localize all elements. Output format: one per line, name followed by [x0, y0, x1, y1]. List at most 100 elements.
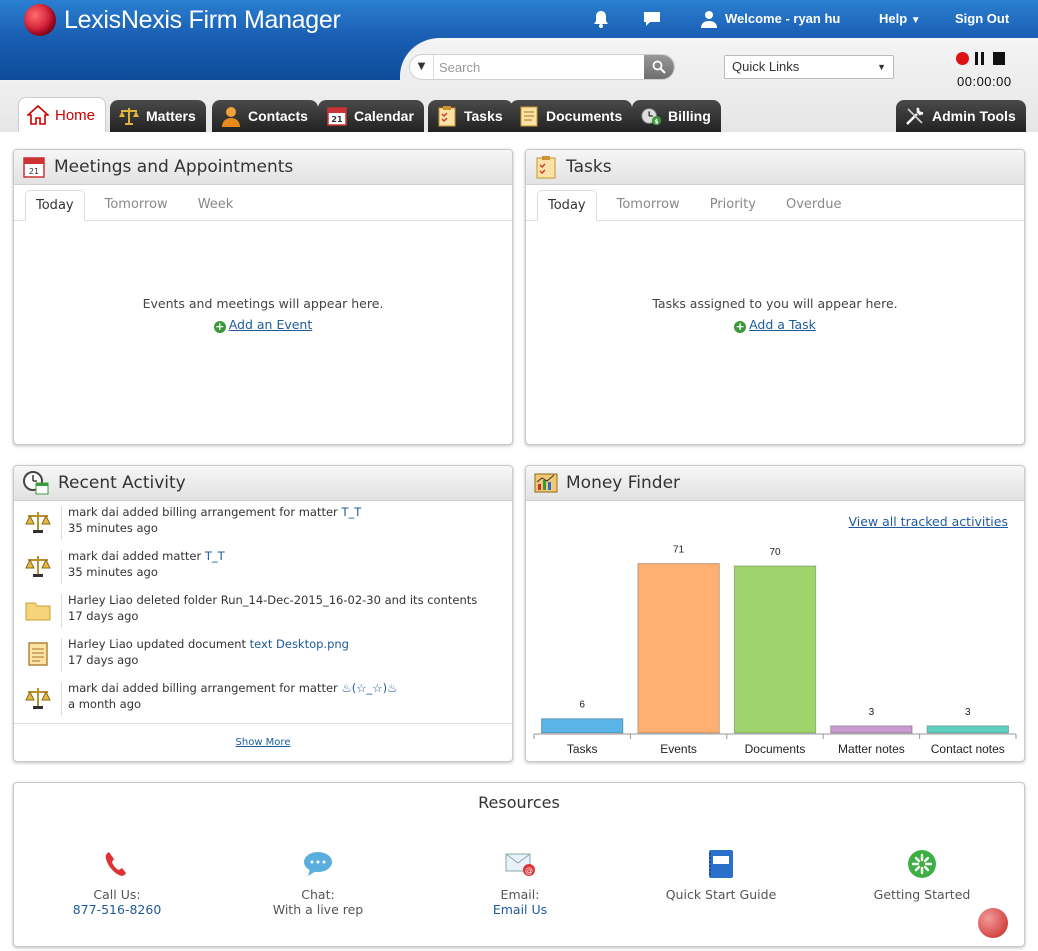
list-item: mark dai added matter T_T 35 minutes ago [14, 546, 512, 590]
email-item[interactable]: @ Email: Email Us [430, 849, 610, 917]
user-icon [701, 11, 717, 28]
search-bar: ▼ [409, 54, 675, 80]
add-event-link[interactable]: + Add an Event [14, 317, 512, 333]
add-event-label[interactable]: Add an Event [229, 317, 313, 332]
activity-text: mark dai added billing arrangement for m… [68, 505, 342, 519]
search-button[interactable] [644, 55, 674, 79]
activity-text: Harley Liao updated document [68, 637, 250, 651]
divider [61, 550, 62, 584]
panel-title: Meetings and Appointments [54, 157, 294, 177]
tab-tomorrow[interactable]: Tomorrow [95, 189, 178, 220]
call-us-item[interactable]: Call Us: 877-516-8260 [27, 849, 207, 917]
tab-home[interactable]: Home [18, 97, 107, 132]
quick-start-guide-label: Quick Start Guide [665, 887, 777, 902]
tab-today[interactable]: Today [537, 190, 597, 221]
tab-calendar[interactable]: 21 Calendar [318, 100, 424, 132]
tab-priority[interactable]: Priority [700, 189, 766, 220]
quick-links-value: Quick Links [732, 59, 800, 74]
scales-icon [24, 552, 52, 580]
tab-matters[interactable]: Matters [110, 100, 206, 132]
panel-title: Recent Activity [58, 473, 186, 493]
matter-link[interactable]: ♨(☆_☆)♨ [341, 681, 397, 695]
help-menu[interactable]: Help ▼ [879, 11, 921, 26]
pause-icon[interactable] [975, 52, 987, 65]
chevron-down-icon: ▼ [877, 62, 886, 72]
chart-category-label: Matter notes [838, 742, 905, 756]
lexisnexis-badge-icon[interactable] [978, 908, 1008, 938]
activity-text: mark dai added matter [68, 549, 205, 563]
tab-documents[interactable]: Documents [510, 100, 633, 132]
matter-link[interactable]: T_T [341, 505, 361, 519]
welcome-user[interactable]: Welcome - ryan hu [725, 11, 840, 26]
record-icon[interactable] [956, 52, 969, 65]
tab-overdue[interactable]: Overdue [776, 189, 852, 220]
search-input[interactable] [434, 55, 644, 79]
panel-title: Money Finder [566, 473, 681, 493]
chart-bar-matter-notes[interactable] [830, 725, 913, 734]
chart-data-label: 70 [769, 547, 781, 558]
phone-number[interactable]: 877-516-8260 [27, 902, 207, 917]
tab-admin-tools[interactable]: Admin Tools [896, 100, 1026, 132]
add-task-link[interactable]: + Add a Task [526, 317, 1024, 333]
clipboard-icon [436, 105, 458, 127]
add-task-label[interactable]: Add a Task [749, 317, 816, 332]
money-finder-chart: 6 Tasks 71 Events 70 Documents 3 Matter notes 3 C… [533, 545, 1017, 756]
meetings-panel: 21 Meetings and Appointments Today Tomor… [13, 149, 513, 445]
matter-link[interactable]: T_T [205, 549, 225, 563]
chart-data-label: 3 [965, 707, 971, 718]
chart-category-label: Tasks [567, 742, 598, 756]
chat-label: Chat: [301, 887, 335, 902]
svg-text:$: $ [654, 117, 659, 125]
tab-week[interactable]: Week [188, 189, 244, 220]
chart-bar-contact-notes[interactable] [926, 725, 1010, 734]
sign-out-link[interactable]: Sign Out [955, 11, 1009, 26]
resources-title: Resources [478, 793, 560, 812]
chart-category-label: Contact notes [931, 742, 1005, 756]
activity-time: 17 days ago [68, 609, 139, 623]
stop-icon[interactable] [993, 52, 1005, 65]
chat-bubble-icon [228, 849, 408, 879]
document-link[interactable]: text Desktop.png [250, 637, 349, 651]
activity-description: mark dai added billing arrangement for m… [68, 681, 397, 695]
tab-tasks[interactable]: Tasks [428, 100, 513, 132]
activity-description: Harley Liao deleted folder Run_14-Dec-20… [68, 593, 477, 607]
activity-time: 35 minutes ago [68, 521, 158, 535]
tab-label: Home [55, 106, 96, 124]
quick-start-guide-item[interactable]: Quick Start Guide [631, 849, 811, 902]
bell-icon[interactable] [592, 10, 610, 28]
activity-text: mark dai added billing arrangement for m… [68, 681, 342, 695]
list-item: Harley Liao updated document text Deskto… [14, 634, 512, 678]
chart-bar-tasks[interactable] [541, 718, 624, 734]
getting-started-label: Getting Started [873, 887, 971, 902]
divider [61, 682, 62, 716]
document-icon [518, 105, 540, 127]
getting-started-item[interactable]: Getting Started [832, 849, 1012, 902]
chat-item[interactable]: Chat: With a live rep [228, 849, 408, 917]
activity-time: a month ago [68, 697, 142, 711]
money-finder-panel: Money Finder View all tracked activities… [525, 465, 1025, 762]
chart-bar-events[interactable] [637, 563, 720, 734]
tab-billing[interactable]: $ Billing [632, 100, 721, 132]
show-more-link[interactable]: Show More [236, 737, 291, 748]
chart-category-label: Events [660, 742, 697, 756]
activity-description: mark dai added billing arrangement for m… [68, 505, 361, 519]
activity-description: Harley Liao updated document text Deskto… [68, 637, 349, 651]
main-tabs: Home Matters Contacts 21 Calendar Tasks … [0, 97, 1038, 132]
lexisnexis-logo-icon [24, 4, 56, 36]
chart-bar-documents[interactable] [733, 565, 817, 734]
tab-label: Matters [146, 108, 196, 124]
email-us-link[interactable]: Email Us [430, 902, 610, 917]
help-label: Help [879, 11, 908, 26]
tab-contacts[interactable]: Contacts [212, 100, 318, 132]
svg-text:@: @ [525, 866, 533, 875]
tab-today[interactable]: Today [25, 190, 85, 221]
contact-person-icon [220, 105, 242, 127]
tab-tomorrow[interactable]: Tomorrow [607, 189, 690, 220]
tab-label: Contacts [248, 108, 308, 124]
chat-icon[interactable] [642, 10, 662, 28]
brand-logo[interactable]: LexisNexis Firm Manager [24, 4, 341, 36]
chart-data-label: 6 [579, 700, 585, 711]
quick-links-select[interactable]: Quick Links ▼ [724, 55, 894, 79]
search-filter-dropdown[interactable]: ▼ [410, 55, 434, 79]
chart-data-label: 71 [673, 545, 685, 556]
